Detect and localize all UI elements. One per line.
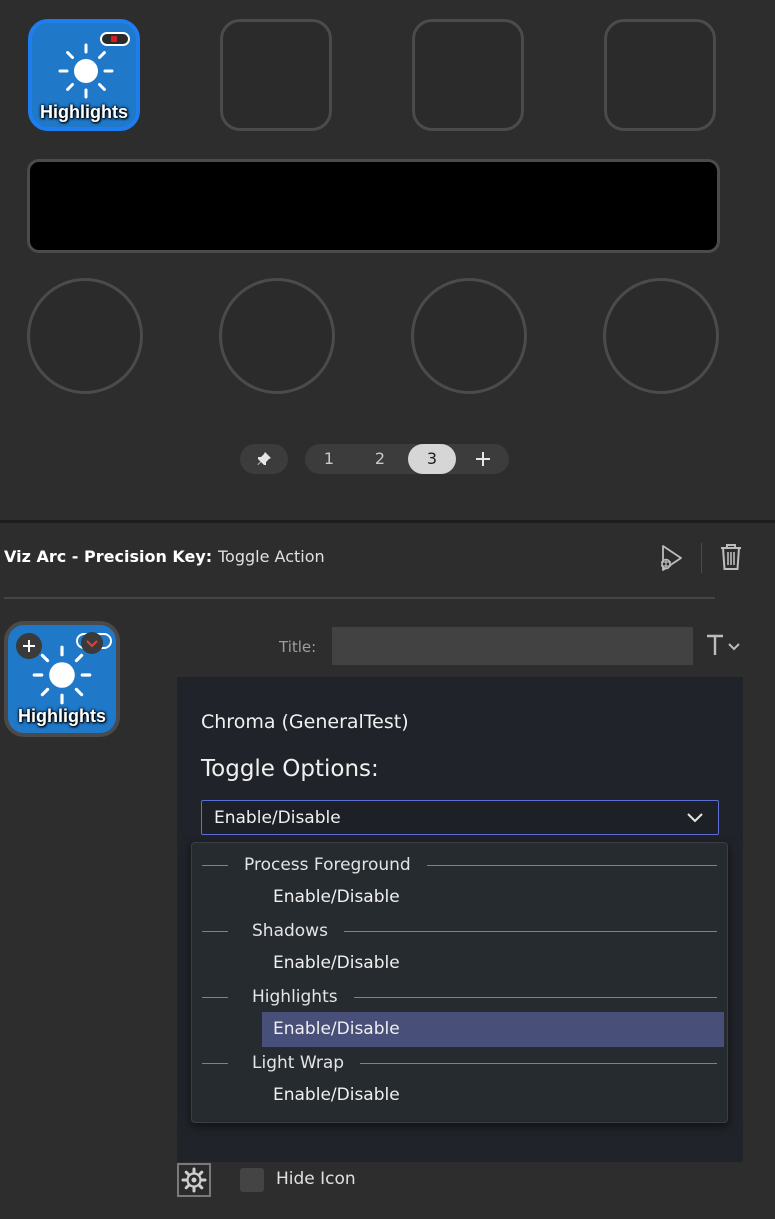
preview-key-label: Highlights bbox=[18, 706, 106, 726]
panel-heading: Chroma (GeneralTest) bbox=[201, 711, 409, 733]
toggle-state-icon bbox=[100, 32, 130, 46]
add-page-button[interactable] bbox=[463, 444, 503, 474]
key-slot-2[interactable] bbox=[220, 19, 332, 131]
plugin-name: Viz Arc - Precision Key: bbox=[4, 547, 213, 566]
select-value: Enable/Disable bbox=[214, 808, 341, 828]
touch-strip-display[interactable] bbox=[27, 159, 720, 253]
action-name: Toggle Action bbox=[218, 547, 325, 566]
key-slot-3[interactable] bbox=[412, 19, 524, 131]
dial-3[interactable] bbox=[411, 278, 527, 394]
plus-icon bbox=[476, 452, 490, 466]
settings-button[interactable] bbox=[177, 1163, 211, 1197]
title-input[interactable] bbox=[332, 627, 693, 665]
plus-icon bbox=[23, 640, 35, 652]
hide-icon-label: Hide Icon bbox=[276, 1169, 356, 1189]
gear-icon bbox=[181, 1167, 207, 1193]
header-separator bbox=[701, 543, 702, 573]
dropdown-option-selected[interactable]: Enable/Disable bbox=[262, 1012, 724, 1047]
page-tab-3[interactable]: 3 bbox=[408, 444, 456, 474]
title-format-button[interactable] bbox=[705, 631, 745, 661]
page-selector: 1 2 3 bbox=[305, 444, 509, 474]
chevron-down-icon bbox=[76, 632, 112, 654]
key-slot-4[interactable] bbox=[604, 19, 716, 131]
dial-4[interactable] bbox=[603, 278, 719, 394]
toggle-options-label: Toggle Options: bbox=[201, 756, 379, 782]
page-tab-1[interactable]: 1 bbox=[305, 444, 353, 474]
add-state-button[interactable] bbox=[16, 633, 42, 659]
pin-icon bbox=[257, 452, 271, 465]
key-slot-1[interactable]: Highlights bbox=[28, 19, 140, 131]
text-format-icon bbox=[707, 634, 740, 655]
trash-icon bbox=[721, 544, 741, 570]
page-tab-2[interactable]: 2 bbox=[356, 444, 404, 474]
options-dropdown: Process Foreground Enable/Disable Shadow… bbox=[191, 842, 728, 1123]
dropdown-option[interactable]: Enable/Disable bbox=[262, 880, 724, 915]
play-debug-icon bbox=[661, 545, 682, 571]
key-label: Highlights bbox=[40, 102, 128, 122]
dial-1[interactable] bbox=[27, 278, 143, 394]
delete-action-button[interactable] bbox=[718, 542, 744, 572]
hide-icon-checkbox[interactable] bbox=[240, 1168, 264, 1192]
toggle-options-select[interactable]: Enable/Disable bbox=[201, 800, 719, 835]
group-header: Light Wrap bbox=[202, 1053, 717, 1073]
section-divider bbox=[0, 520, 775, 523]
group-header: Process Foreground bbox=[202, 855, 717, 875]
test-action-button[interactable] bbox=[654, 542, 686, 574]
sun-icon bbox=[58, 43, 114, 99]
group-header: Shadows bbox=[202, 921, 717, 941]
dropdown-option[interactable]: Enable/Disable bbox=[262, 946, 724, 981]
chevron-down-icon bbox=[687, 813, 703, 823]
pin-button[interactable] bbox=[240, 444, 288, 474]
title-label: Title: bbox=[279, 638, 317, 656]
dial-2[interactable] bbox=[219, 278, 335, 394]
state-menu-button[interactable] bbox=[76, 631, 112, 655]
header-divider bbox=[4, 597, 715, 599]
group-header: Highlights bbox=[202, 987, 717, 1007]
key-preview[interactable]: Highlights bbox=[4, 621, 120, 737]
dropdown-option[interactable]: Enable/Disable bbox=[262, 1078, 724, 1113]
